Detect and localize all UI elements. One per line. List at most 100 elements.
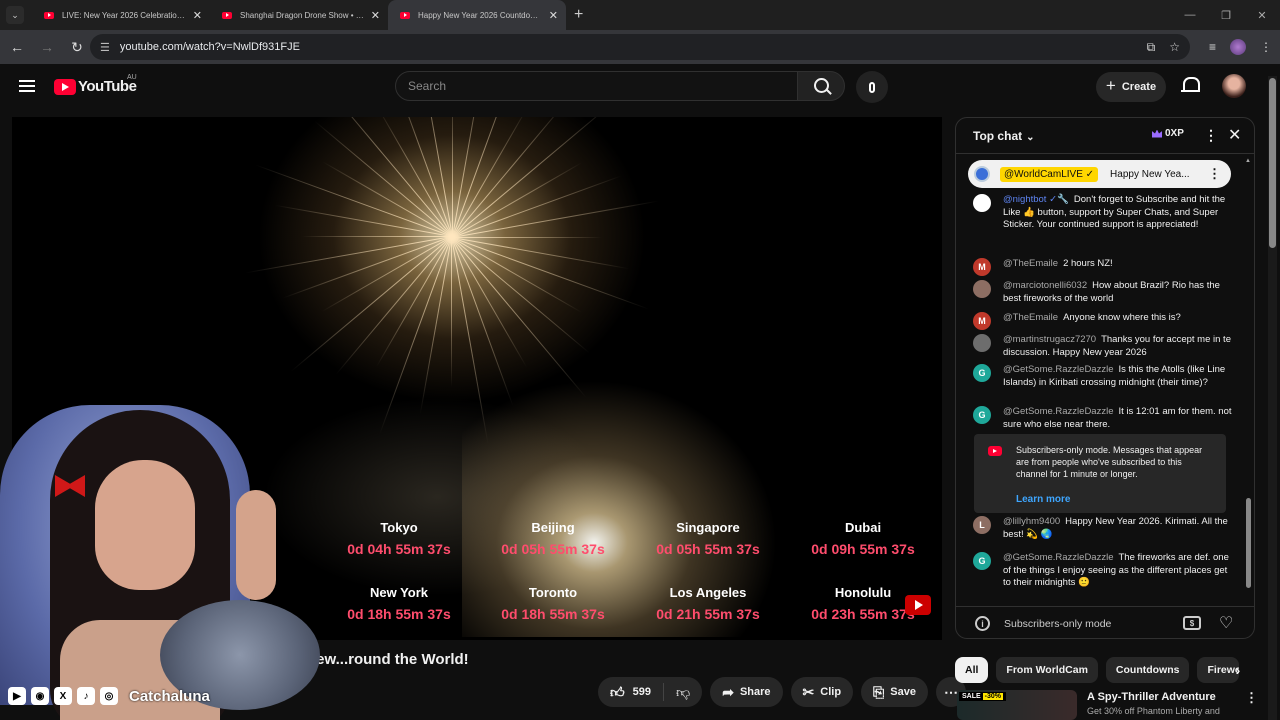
chevron-right-icon[interactable]: › [1228, 660, 1248, 680]
chat-author[interactable]: @GetSome.RazzleDazzle [1003, 552, 1114, 563]
site-settings-icon[interactable]: ☰ [100, 41, 110, 54]
tab-search-dropdown[interactable]: ⌄ [6, 6, 24, 24]
create-button[interactable]: + Create [1096, 72, 1166, 102]
tab-title: Happy New Year 2026 Countdown! 🎉 Firewor… [418, 10, 543, 20]
scissors-icon: ✂ [802, 683, 815, 700]
browser-tab[interactable]: Shanghai Dragon Drone Show • China New Y… [210, 0, 388, 30]
pinned-message[interactable]: @WorldCamLIVE ✓ Happy New Yea... ⋮ [968, 160, 1231, 188]
city-time: 0d 21h 55m 37s [656, 606, 760, 622]
browser-tab-active[interactable]: Happy New Year 2026 Countdown! 🎉 Firewor… [388, 0, 566, 30]
countdown-city: Singapore 0d 05h 55m 37s [633, 520, 783, 557]
restore-icon[interactable]: ❐ [1208, 0, 1244, 30]
account-avatar[interactable] [1222, 74, 1246, 98]
page-scrollbar[interactable] [1268, 76, 1277, 720]
chat-message[interactable]: @marciotonelli6032 How about Brazil? Rio … [973, 280, 1233, 305]
new-tab-icon[interactable]: + [574, 6, 583, 24]
filter-chip[interactable]: All [955, 657, 989, 683]
browser-tab-bar: ⌄ LIVE: New Year 2026 Celebrations and F… [0, 0, 1280, 30]
chat-author[interactable]: @GetSome.RazzleDazzle [1003, 406, 1114, 417]
forward-icon[interactable]: → [34, 39, 60, 55]
reload-icon[interactable]: ↻ [64, 39, 90, 56]
chat-avatar[interactable]: G [973, 552, 991, 570]
live-chat-panel: Top chat ⌄ 0XP ⋮ ✕ @WorldCamLIVE ✓ Happy … [955, 117, 1255, 639]
channel-watermark-icon[interactable] [905, 595, 931, 615]
chat-message[interactable]: G @GetSome.RazzleDazzle Is this the Atolls… [973, 364, 1233, 389]
chat-message[interactable]: @nightbot ✓🔧 Don't forget to Subscribe an… [973, 194, 1233, 232]
filter-chip[interactable]: Countdowns [1105, 657, 1190, 683]
xp-badge[interactable]: 0XP [1152, 128, 1184, 139]
back-icon[interactable]: ← [4, 39, 30, 55]
chat-avatar[interactable]: G [973, 364, 991, 382]
chat-avatar[interactable]: L [973, 516, 991, 534]
clip-button[interactable]: ✂ Clip [790, 677, 854, 707]
learn-more-link[interactable]: Learn more [1016, 494, 1214, 506]
media-controls-icon[interactable]: ≡ [1209, 40, 1216, 54]
chat-message[interactable]: G @GetSome.RazzleDazzle The fireworks are … [973, 552, 1233, 590]
chevron-down-icon: ⌄ [1026, 131, 1035, 143]
dislike-button[interactable]: 👎︎ [664, 684, 702, 701]
recommended-video[interactable]: SALE -30% A Spy-Thriller Adventure Get 30… [955, 690, 1258, 720]
chat-author[interactable]: @TheEmaile [1003, 258, 1058, 269]
bookmark-icon: ⎘ [873, 683, 885, 700]
chat-scrollbar[interactable] [1245, 158, 1253, 598]
close-tab-icon[interactable]: ✕ [193, 9, 202, 22]
x-icon: X [54, 687, 72, 705]
profile-avatar-icon[interactable] [1230, 39, 1246, 55]
crown-icon [1152, 129, 1162, 138]
chat-author[interactable]: @TheEmaile [1003, 312, 1058, 323]
search-input[interactable] [395, 71, 798, 101]
chat-mode-dropdown[interactable]: Top chat ⌄ [973, 129, 1035, 143]
bookmark-star-icon[interactable]: ☆ [1169, 40, 1180, 54]
chat-message[interactable]: M @TheEmaile 2 hours NZ! [973, 258, 1233, 276]
chat-message[interactable]: G @GetSome.RazzleDazzle It is 12:01 am for… [973, 406, 1233, 431]
chat-author[interactable]: @GetSome.RazzleDazzle [1003, 364, 1114, 375]
chat-avatar[interactable]: M [973, 258, 991, 276]
search-icon[interactable] [797, 71, 845, 101]
window-controls: — ❐ ✕ [1172, 0, 1280, 30]
chat-avatar[interactable] [973, 334, 991, 352]
chat-options-icon[interactable]: ⋮ [1204, 127, 1218, 144]
chat-author[interactable]: @marciotonelli6032 [1003, 280, 1087, 291]
browser-tab[interactable]: LIVE: New Year 2026 Celebrations and Fir… [32, 0, 210, 30]
heart-icon[interactable]: ♡ [1219, 613, 1233, 633]
url-field[interactable]: ☰ youtube.com/watch?v=NwlDf931FJE ⧉ ☆ [90, 34, 1190, 60]
close-tab-icon[interactable]: ✕ [371, 9, 380, 22]
save-button[interactable]: ⎘ Save [861, 677, 928, 707]
recommended-options-icon[interactable]: ⋮ [1245, 690, 1258, 706]
youtube-favicon-icon [400, 11, 410, 19]
chat-author[interactable]: @lillyhm9400 [1003, 516, 1060, 527]
youtube-icon: ▶ [8, 687, 26, 705]
chat-avatar[interactable]: G [973, 406, 991, 424]
chat-author[interactable]: @nightbot ✓🔧 [1003, 194, 1069, 205]
close-chat-icon[interactable]: ✕ [1228, 125, 1241, 145]
like-button[interactable]: 👍︎ 599 [598, 683, 664, 701]
close-tab-icon[interactable]: ✕ [549, 9, 558, 22]
super-chat-icon[interactable]: $ [1183, 616, 1201, 630]
chat-message-body: @GetSome.RazzleDazzle It is 12:01 am for … [1003, 406, 1233, 431]
close-window-icon[interactable]: ✕ [1244, 0, 1280, 30]
browser-menu-icon[interactable]: ⋮ [1260, 40, 1272, 54]
menu-icon[interactable] [19, 80, 35, 92]
install-app-icon[interactable]: ⧉ [1147, 40, 1156, 55]
youtube-logo[interactable]: YouTube [54, 78, 137, 95]
notice-text: Subscribers-only mode. Messages that app… [1016, 445, 1203, 479]
chat-avatar[interactable]: M [973, 312, 991, 330]
chat-text: Anyone know where this is? [1063, 312, 1181, 323]
info-icon[interactable]: i [975, 616, 990, 631]
xp-label: 0XP [1165, 128, 1184, 139]
chat-message[interactable]: @martinstrugacz7270 Thanks you for accept… [973, 334, 1233, 359]
share-button[interactable]: ➦ Share [710, 677, 783, 707]
chat-avatar[interactable] [973, 194, 991, 212]
notifications-bell-icon[interactable] [1181, 77, 1200, 95]
pinned-options-icon[interactable]: ⋮ [1208, 166, 1221, 182]
chat-message[interactable]: M @TheEmaile Anyone know where this is? [973, 312, 1233, 330]
microphone-icon[interactable] [856, 71, 888, 103]
pinned-text: Happy New Yea... [1110, 168, 1190, 180]
minimize-icon[interactable]: — [1172, 0, 1208, 30]
filter-chip[interactable]: From WorldCam [996, 657, 1098, 683]
chat-avatar[interactable] [973, 280, 991, 298]
chat-author[interactable]: @martinstrugacz7270 [1003, 334, 1096, 345]
chat-message[interactable]: L @lillyhm9400 Happy New Year 2026. Kirima… [973, 516, 1233, 541]
recommended-thumbnail[interactable]: SALE -30% [957, 690, 1077, 720]
countdown-city: Dubai 0d 09h 55m 37s [788, 520, 938, 557]
